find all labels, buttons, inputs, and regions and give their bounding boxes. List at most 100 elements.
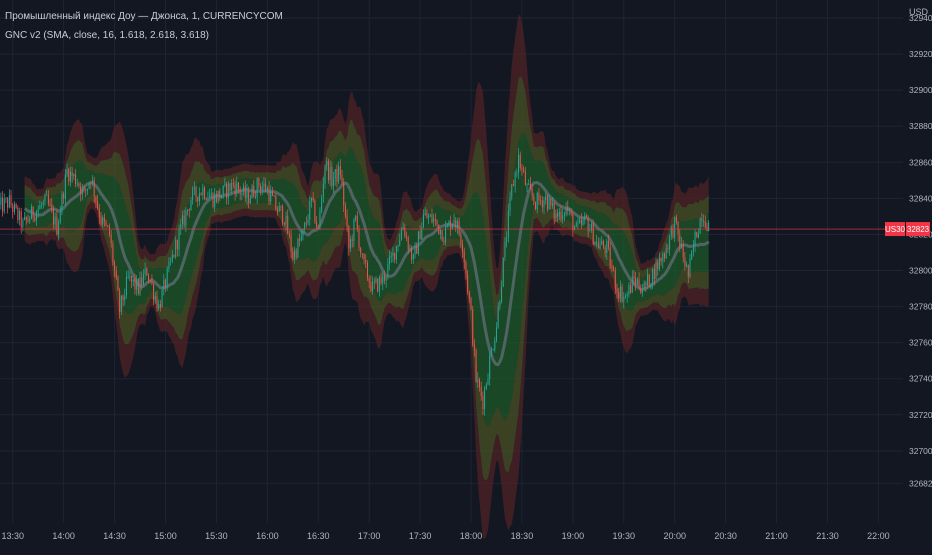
candle-body <box>558 211 560 217</box>
candle-body <box>51 204 53 210</box>
candle-body <box>343 183 345 206</box>
candle-body <box>684 257 686 267</box>
candle-body <box>611 265 613 269</box>
candle-body <box>597 241 599 249</box>
candle-body <box>310 197 312 202</box>
candle-body <box>623 296 625 302</box>
candle-body <box>312 197 314 201</box>
candle-body <box>406 236 408 238</box>
candle-body <box>132 279 134 282</box>
currency-label[interactable]: USD <box>909 7 928 17</box>
candle-body <box>677 221 679 235</box>
candle-body <box>27 219 29 221</box>
candle-body <box>524 171 526 186</box>
candle-body <box>604 247 606 253</box>
y-tick-label: 32780 <box>909 302 932 312</box>
candle-body <box>351 239 353 242</box>
candle-body <box>462 244 464 252</box>
candle-body <box>321 197 323 212</box>
candle-body <box>205 198 207 200</box>
candle-body <box>12 205 14 212</box>
candle-body <box>667 248 669 250</box>
candle-body <box>29 219 31 221</box>
candle-body <box>630 285 632 293</box>
candle-body <box>507 210 509 239</box>
candle-body <box>502 257 504 287</box>
candle-body <box>244 186 246 198</box>
x-tick-label: 18:30 <box>511 531 534 541</box>
candle-body <box>290 235 292 252</box>
candle-body <box>422 214 424 228</box>
candle-body <box>115 270 117 278</box>
candle-body <box>156 296 158 309</box>
candle-body <box>480 386 482 396</box>
candle-body <box>674 216 676 238</box>
x-tick-label: 15:00 <box>154 531 177 541</box>
candle-body <box>39 205 41 210</box>
x-tick-label: 17:30 <box>409 531 432 541</box>
y-tick-label: 32800 <box>909 266 932 276</box>
candle-body <box>185 210 187 226</box>
candle-body <box>47 194 49 204</box>
candle-body <box>485 384 487 390</box>
candle-body <box>154 296 156 300</box>
candle-body <box>490 349 492 357</box>
candle-body <box>214 193 216 208</box>
price-chart[interactable]: 3294032920329003288032860328403282032800… <box>0 0 932 550</box>
candle-body <box>463 251 465 263</box>
candle-body <box>266 187 268 192</box>
candle-body <box>704 221 706 228</box>
candle-body <box>231 182 233 191</box>
candle-body <box>209 195 211 198</box>
candle-body <box>88 183 90 189</box>
candle-body <box>433 218 435 223</box>
candle-body <box>389 256 391 264</box>
candle-body <box>434 218 436 220</box>
candle-body <box>548 198 550 210</box>
candle-body <box>424 213 426 215</box>
candle-body <box>198 193 200 202</box>
candle-body <box>429 214 431 217</box>
candle-body <box>144 268 146 275</box>
candle-body <box>336 169 338 182</box>
candle-body <box>373 281 375 283</box>
candle-body <box>691 250 693 259</box>
candle-body <box>521 168 523 169</box>
candle-body <box>439 230 441 235</box>
candle-body <box>151 280 153 284</box>
candle-body <box>602 240 604 248</box>
symbol-legend[interactable]: Промышленный индекс Доу — Джонса, 1, CUR… <box>5 11 283 22</box>
candle-body <box>579 219 581 223</box>
candle-body <box>164 279 166 288</box>
candle-body <box>592 224 594 245</box>
candle-body <box>137 278 139 294</box>
candle-body <box>570 210 572 215</box>
candle-body <box>658 257 660 270</box>
candle-body <box>563 214 565 216</box>
candle-body <box>428 216 430 219</box>
candle-body <box>248 190 250 204</box>
candle-body <box>68 169 70 182</box>
candle-body <box>368 278 370 283</box>
y-tick-label: 32860 <box>909 157 932 167</box>
candle-body <box>44 195 46 202</box>
candle-body <box>394 252 396 260</box>
y-tick-label: 32720 <box>909 410 932 420</box>
candle-body <box>292 251 294 260</box>
candle-body <box>477 379 479 382</box>
x-tick-label: 19:30 <box>613 531 636 541</box>
candle-body <box>647 274 649 286</box>
candle-body <box>256 178 258 197</box>
candle-body <box>363 253 365 260</box>
chart-area[interactable]: 3294032920329003288032860328403282032800… <box>0 0 932 550</box>
candle-body <box>599 244 601 249</box>
x-tick-label: 20:30 <box>714 531 737 541</box>
candle-body <box>650 284 652 287</box>
candle-body <box>613 268 615 271</box>
candle-body <box>97 201 99 209</box>
candle-body <box>129 275 131 277</box>
candle-body <box>161 289 163 308</box>
candle-body <box>687 264 689 277</box>
candle-body <box>669 235 671 250</box>
indicator-legend[interactable]: GNC v2 (SMA, close, 16, 1.618, 2.618, 3.… <box>5 30 209 41</box>
